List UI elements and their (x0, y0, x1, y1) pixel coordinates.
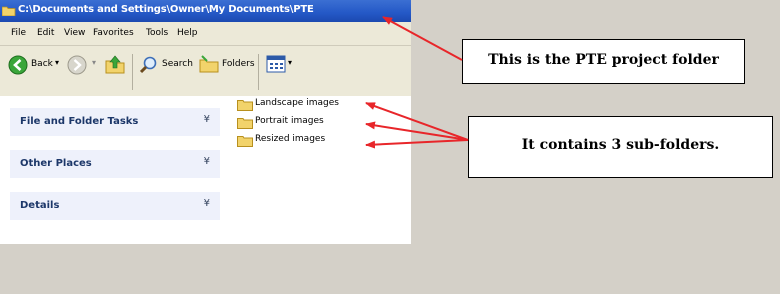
arrow-to-title (382, 16, 463, 61)
arrow-to-portrait (365, 121, 469, 141)
annotation-arrows (365, 16, 469, 149)
arrow-to-resized (365, 139, 469, 149)
arrow-to-landscape (365, 102, 469, 141)
